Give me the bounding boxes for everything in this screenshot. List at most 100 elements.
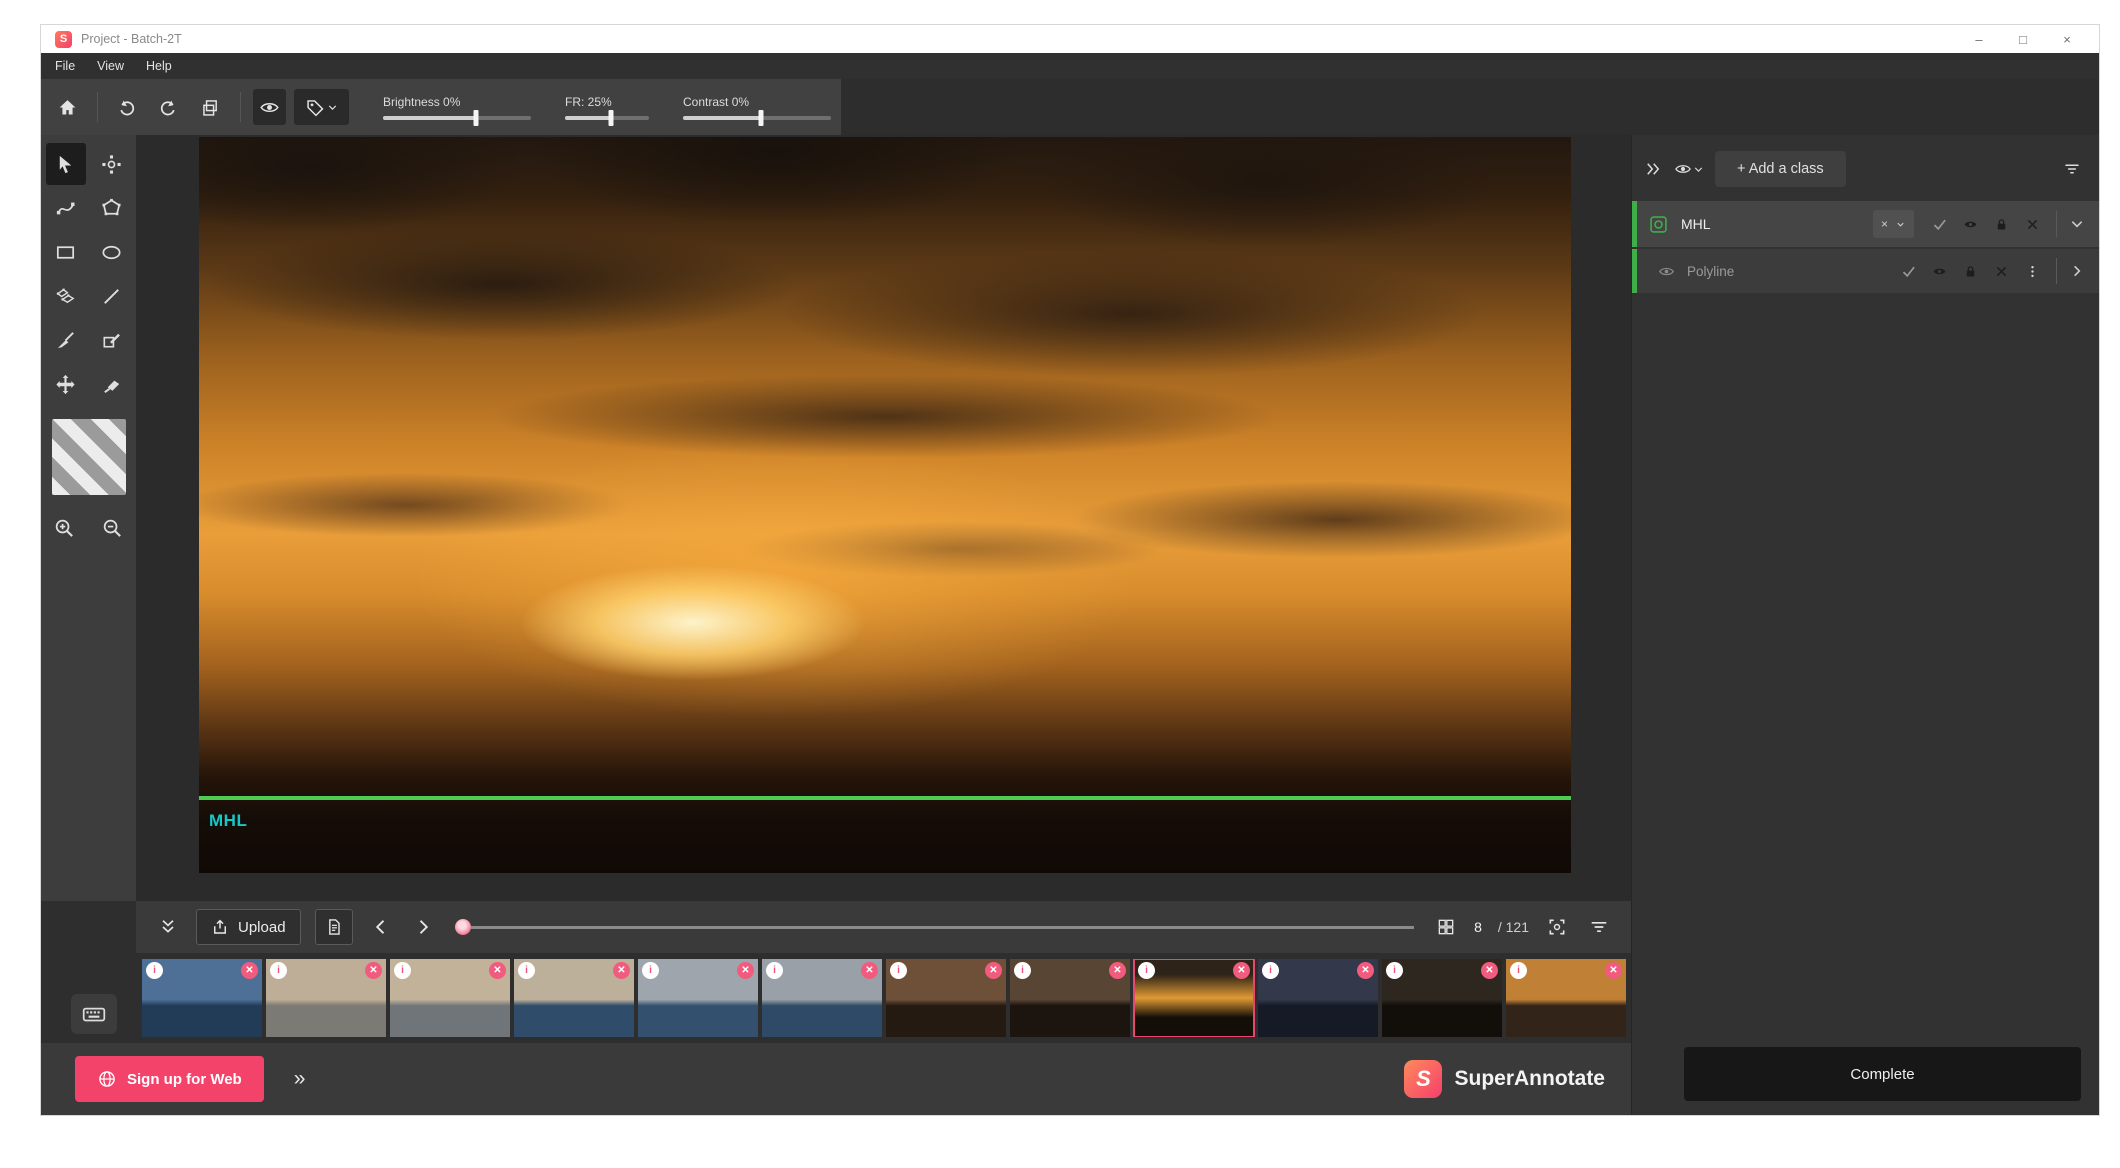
contrast-slider[interactable]: Contrast 0% [683, 95, 831, 120]
polyline-annotation[interactable] [199, 796, 1571, 800]
fill-rate-slider[interactable]: FR: 25% [565, 95, 649, 120]
brightness-thumb[interactable] [474, 110, 479, 126]
home-button[interactable] [51, 89, 85, 125]
fill-rate-label: FR: 25% [565, 95, 649, 109]
grid-view-button[interactable] [1432, 913, 1460, 941]
brightness-track[interactable] [383, 116, 531, 120]
canvas-area[interactable]: MHL [136, 135, 1631, 901]
ellipse-tool[interactable] [92, 231, 132, 273]
thumbnail-info-badge: i [766, 962, 783, 979]
instance-visibility-button[interactable] [1658, 263, 1675, 280]
chevron-down-icon [2069, 216, 2085, 232]
chevron-down-icon [326, 101, 339, 114]
class-approve-button[interactable] [1932, 217, 1947, 232]
filmstrip-thumbnail[interactable]: i✕ [762, 959, 882, 1037]
eraser-icon [100, 373, 123, 396]
instance-expand-button[interactable] [2069, 263, 2099, 279]
chevron-left-icon [371, 917, 391, 937]
add-class-button[interactable]: + Add a class [1715, 151, 1846, 187]
visibility-button[interactable] [253, 89, 287, 125]
filmstrip-thumbnail[interactable]: i✕ [638, 959, 758, 1037]
redo-button[interactable] [152, 89, 186, 125]
class-visibility-button[interactable] [1963, 217, 1978, 232]
rectangle-tool[interactable] [46, 231, 86, 273]
instance-row-polyline[interactable]: Polyline [1632, 249, 2099, 293]
signup-web-button[interactable]: Sign up for Web [75, 1056, 264, 1102]
expand-panel-button[interactable]: » [294, 1067, 306, 1091]
brightness-slider[interactable]: Brightness 0% [383, 95, 531, 120]
minimize-icon[interactable]: – [1957, 32, 2001, 47]
contrast-thumb[interactable] [759, 110, 764, 126]
filmstrip-thumbnail[interactable]: i✕ [1258, 959, 1378, 1037]
instance-visibility-toggle[interactable] [1932, 264, 1947, 279]
edit-box-tool[interactable] [92, 319, 132, 361]
class-tag-button[interactable] [294, 89, 349, 125]
filmstrip-thumbnail[interactable]: i✕ [1134, 959, 1254, 1037]
contrast-track[interactable] [683, 116, 831, 120]
class-lock-button[interactable] [1994, 217, 2009, 232]
thumbnail-info-badge: i [1386, 962, 1403, 979]
move-tool[interactable] [46, 363, 86, 405]
class-delete-button[interactable] [2025, 217, 2040, 232]
pointer-tool[interactable] [46, 143, 86, 185]
filmstrip-thumbnail[interactable]: i✕ [1010, 959, 1130, 1037]
toolbar-divider [97, 92, 98, 122]
seek-thumb[interactable] [455, 919, 471, 935]
zoom-out-tool[interactable] [93, 507, 133, 549]
attached-shapes-tool[interactable] [46, 275, 86, 317]
class-count-dropdown[interactable]: × [1873, 210, 1914, 238]
previous-frame-button[interactable] [367, 913, 395, 941]
upload-button[interactable]: Upload [196, 909, 301, 945]
toggle-all-visibility-button[interactable] [1672, 158, 1707, 180]
chevron-right-icon [2069, 263, 2085, 279]
filmstrip-thumbnail[interactable]: i✕ [1506, 959, 1626, 1037]
instance-lock-button[interactable] [1963, 264, 1978, 279]
complete-button[interactable]: Complete [1684, 1047, 2081, 1101]
current-frame-number[interactable]: 8 [1474, 919, 1482, 935]
duplicate-button[interactable] [194, 89, 228, 125]
maximize-icon[interactable]: □ [2001, 32, 2045, 47]
anchor-edit-tool[interactable] [92, 143, 132, 185]
fill-rate-thumb[interactable] [609, 110, 614, 126]
keyboard-shortcuts-button[interactable] [71, 994, 117, 1034]
instance-menu-button[interactable] [2025, 264, 2040, 279]
instance-approve-button[interactable] [1901, 264, 1916, 279]
class-filter-button[interactable] [2061, 158, 2083, 180]
thumbnail-info-badge: i [1510, 962, 1527, 979]
close-icon[interactable]: × [2045, 32, 2089, 47]
class-expand-button[interactable] [2069, 216, 2099, 232]
menu-view[interactable]: View [97, 59, 124, 73]
frame-seek-slider[interactable] [455, 919, 1415, 935]
class-row-mhl[interactable]: MHL × [1632, 201, 2099, 247]
filmstrip-thumbnail[interactable]: i✕ [390, 959, 510, 1037]
undo-button[interactable] [110, 89, 144, 125]
signup-label: Sign up for Web [127, 1071, 242, 1088]
fill-rate-track[interactable] [565, 116, 649, 120]
menu-file[interactable]: File [55, 59, 75, 73]
line-tool[interactable] [92, 275, 132, 317]
curve-line-tool[interactable] [46, 187, 86, 229]
filmstrip-thumbnail[interactable]: i✕ [1382, 959, 1502, 1037]
panel-collapse-button[interactable] [1642, 158, 1664, 180]
filmstrip-thumbnail[interactable]: i✕ [142, 959, 262, 1037]
next-frame-button[interactable] [409, 913, 437, 941]
eraser-tool[interactable] [92, 363, 132, 405]
seek-track[interactable] [471, 926, 1415, 929]
menu-help[interactable]: Help [146, 59, 172, 73]
filter-button[interactable] [1585, 913, 1613, 941]
instance-delete-button[interactable] [1994, 264, 2009, 279]
filmstrip-thumbnail[interactable]: i✕ [266, 959, 386, 1037]
scalpel-tool[interactable] [46, 319, 86, 361]
fit-to-screen-button[interactable] [1543, 913, 1571, 941]
annotations-file-button[interactable] [315, 909, 353, 945]
class-panel: + Add a class MHL × [1631, 135, 2099, 1115]
zoom-in-tool[interactable] [45, 507, 85, 549]
chevron-down-icon [1692, 163, 1705, 176]
annotated-image[interactable]: MHL [199, 137, 1571, 873]
polygon-tool[interactable] [92, 187, 132, 229]
collapse-filmstrip-button[interactable] [154, 913, 182, 941]
brand-name: SuperAnnotate [1454, 1067, 1605, 1091]
edit-box-icon [100, 329, 123, 352]
filmstrip-thumbnail[interactable]: i✕ [886, 959, 1006, 1037]
filmstrip-thumbnail[interactable]: i✕ [514, 959, 634, 1037]
